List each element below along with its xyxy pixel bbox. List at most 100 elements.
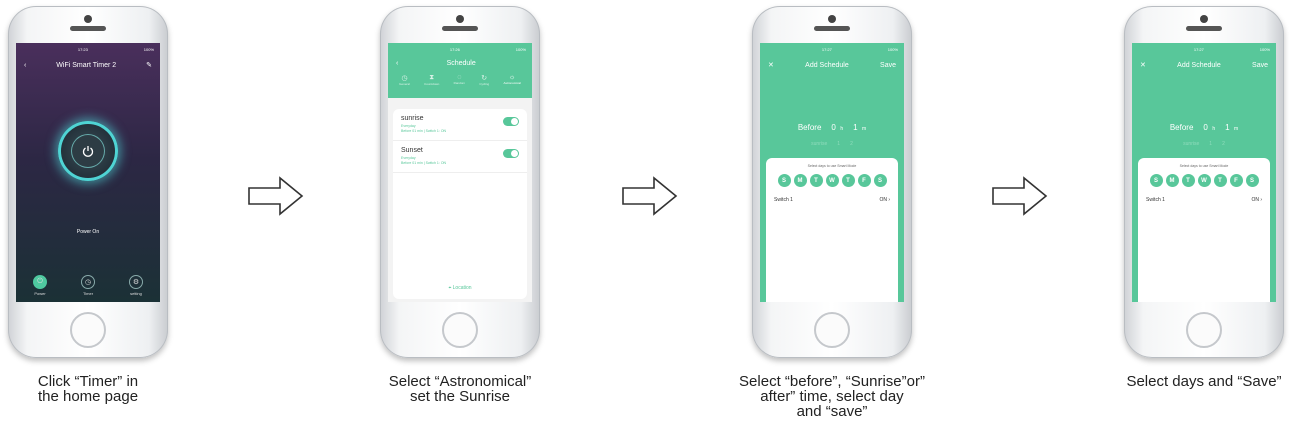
camera-icon (828, 15, 836, 23)
home-screen: 17:23 100% ‹ WiFi Smart Timer 2 ✎ Power O… (16, 43, 160, 302)
day-button[interactable]: F (1229, 174, 1243, 187)
day-button[interactable]: T (809, 174, 823, 187)
day-button[interactable]: M (793, 174, 807, 187)
day-button[interactable]: S (1245, 174, 1259, 187)
speaker-grille (442, 26, 478, 31)
home-button[interactable] (70, 312, 106, 348)
schedule-header: 17:26 100% ‹ Schedule ◷ General ⧗ Countdown … (388, 43, 532, 98)
switch-row[interactable]: Switch 1 ON › (1146, 197, 1262, 203)
sun-icon: ☼ (508, 74, 516, 81)
caption-4-line-1: Select days and “Save” (1126, 373, 1282, 390)
list-item[interactable]: sunrise Everyday Before 01 min | Switch … (393, 109, 527, 141)
tab-timer[interactable]: ◷ Timer (81, 274, 95, 296)
schedule-name: Sunset (401, 147, 423, 154)
phone-select-days: 17:27 100% ✕ Add Schedule Save Before 0 h 1… (1124, 6, 1284, 358)
power-button[interactable] (58, 121, 118, 181)
camera-icon (84, 15, 92, 23)
tab-cycling[interactable]: ↻ Cycling (479, 74, 489, 86)
picker-hours: 0 (1203, 123, 1208, 132)
add-schedule-title: Add Schedule (805, 61, 849, 69)
power-icon (71, 134, 105, 168)
bottom-tabbar: ⏻ Power ◷ Timer ⚙ setting (16, 268, 160, 302)
status-battery: 100% (1259, 46, 1270, 52)
picker-next-minutes: 2 (850, 141, 853, 147)
day-button[interactable]: T (1181, 174, 1195, 187)
picker-next-mode: sunrise (811, 141, 828, 147)
day-buttons: S M T W T F S (766, 174, 898, 187)
chevron-right-icon: › (1260, 197, 1262, 203)
caption-step-1: Click “Timer” in the home page (0, 374, 188, 404)
tab-random-label: Random (453, 81, 465, 85)
tab-countdown[interactable]: ⧗ Countdown (424, 74, 439, 86)
caption-step-3: Select “before”, “Sunrise”or” after” tim… (712, 374, 952, 419)
add-schedule-title: Add Schedule (1177, 61, 1221, 69)
home-button[interactable] (814, 312, 850, 348)
status-time: 17:23 (77, 46, 88, 52)
speaker-grille (70, 26, 106, 31)
schedule-toggle[interactable] (503, 149, 519, 158)
schedule-list: sunrise Everyday Before 01 min | Switch … (393, 109, 527, 299)
caption-step-4: Select days and “Save” (1104, 374, 1304, 389)
time-picker-next: sunrise 1 2 (1132, 141, 1276, 147)
day-button[interactable]: T (841, 174, 855, 187)
switch-label: Switch 1 (774, 197, 793, 203)
cycle-icon: ↻ (481, 75, 488, 82)
caption-step-2: Select “Astronomical” set the Sunrise (360, 374, 560, 404)
location-button[interactable]: ⌖ Location (393, 285, 527, 291)
status-battery: 100% (515, 46, 526, 52)
tab-random[interactable]: ◌ Random (454, 74, 465, 86)
location-label: Location (452, 285, 472, 291)
picker-next-hours: 1 (1209, 141, 1213, 147)
picker-next-minutes: 2 (1222, 141, 1225, 147)
time-picker[interactable]: Before 0 h 1 m (760, 117, 904, 135)
picker-hours-unit: h (840, 126, 844, 132)
home-button[interactable] (1186, 312, 1222, 348)
time-picker-next: sunrise 1 2 (760, 141, 904, 147)
switch-row[interactable]: Switch 1 ON › (774, 197, 890, 203)
day-button[interactable]: S (777, 174, 791, 187)
picker-hours: 0 (831, 123, 836, 132)
close-icon[interactable]: ✕ (768, 61, 774, 69)
random-icon: ◌ (457, 74, 462, 81)
camera-icon (456, 15, 464, 23)
back-icon[interactable]: ‹ (24, 62, 26, 69)
day-buttons: S M T W T F S (1138, 174, 1270, 187)
power-tab-icon: ⏻ (33, 274, 47, 289)
caption-3-line-3: and “save” (796, 403, 868, 420)
add-schedule-screen: 17:27 100% ✕ Add Schedule Save Before 0 h 1… (760, 43, 904, 302)
pin-icon: ⌖ (448, 285, 452, 291)
tab-general[interactable]: ◷ General (399, 74, 410, 86)
day-button[interactable]: M (1165, 174, 1179, 187)
back-icon[interactable]: ‹ (396, 60, 398, 67)
tab-astronomical[interactable]: ☼ Astronomical (503, 74, 520, 86)
day-button[interactable]: S (873, 174, 887, 187)
day-button[interactable]: W (1197, 174, 1211, 187)
day-button[interactable]: W (825, 174, 839, 187)
day-selector-sheet: Select days to use Smart Mode S M T W T … (766, 158, 898, 302)
picker-minutes: 1 (1225, 123, 1230, 132)
speaker-grille (1186, 26, 1222, 31)
close-icon[interactable]: ✕ (1140, 61, 1146, 69)
tab-setting-label: setting (130, 290, 142, 296)
day-button[interactable]: F (857, 174, 871, 187)
tab-power[interactable]: ⏻ Power (33, 274, 47, 296)
home-button[interactable] (442, 312, 478, 348)
save-button[interactable]: Save (1252, 62, 1268, 69)
phone-schedule: 17:26 100% ‹ Schedule ◷ General ⧗ Countdown … (380, 6, 540, 358)
list-item[interactable]: Sunset Everyday Before 01 min | Switch 1… (393, 141, 527, 173)
day-button[interactable]: T (1213, 174, 1227, 187)
day-button[interactable]: S (1149, 174, 1163, 187)
picker-minutes-unit: m (862, 126, 867, 132)
picker-minutes: 1 (853, 123, 858, 132)
status-battery: 100% (143, 46, 154, 52)
status-time: 17:27 (821, 46, 832, 52)
save-button[interactable]: Save (880, 62, 896, 69)
tab-general-label: General (399, 82, 410, 86)
caption-3-line-1: Select “before”, “Sunrise”or” (739, 373, 925, 390)
edit-icon[interactable]: ✎ (146, 61, 152, 69)
schedule-toggle[interactable] (503, 117, 519, 126)
time-picker[interactable]: Before 0 h 1 m (1132, 117, 1276, 135)
tab-setting[interactable]: ⚙ setting (129, 274, 143, 296)
arrow-right-icon (622, 176, 678, 216)
clock-icon: ◷ (81, 274, 95, 289)
